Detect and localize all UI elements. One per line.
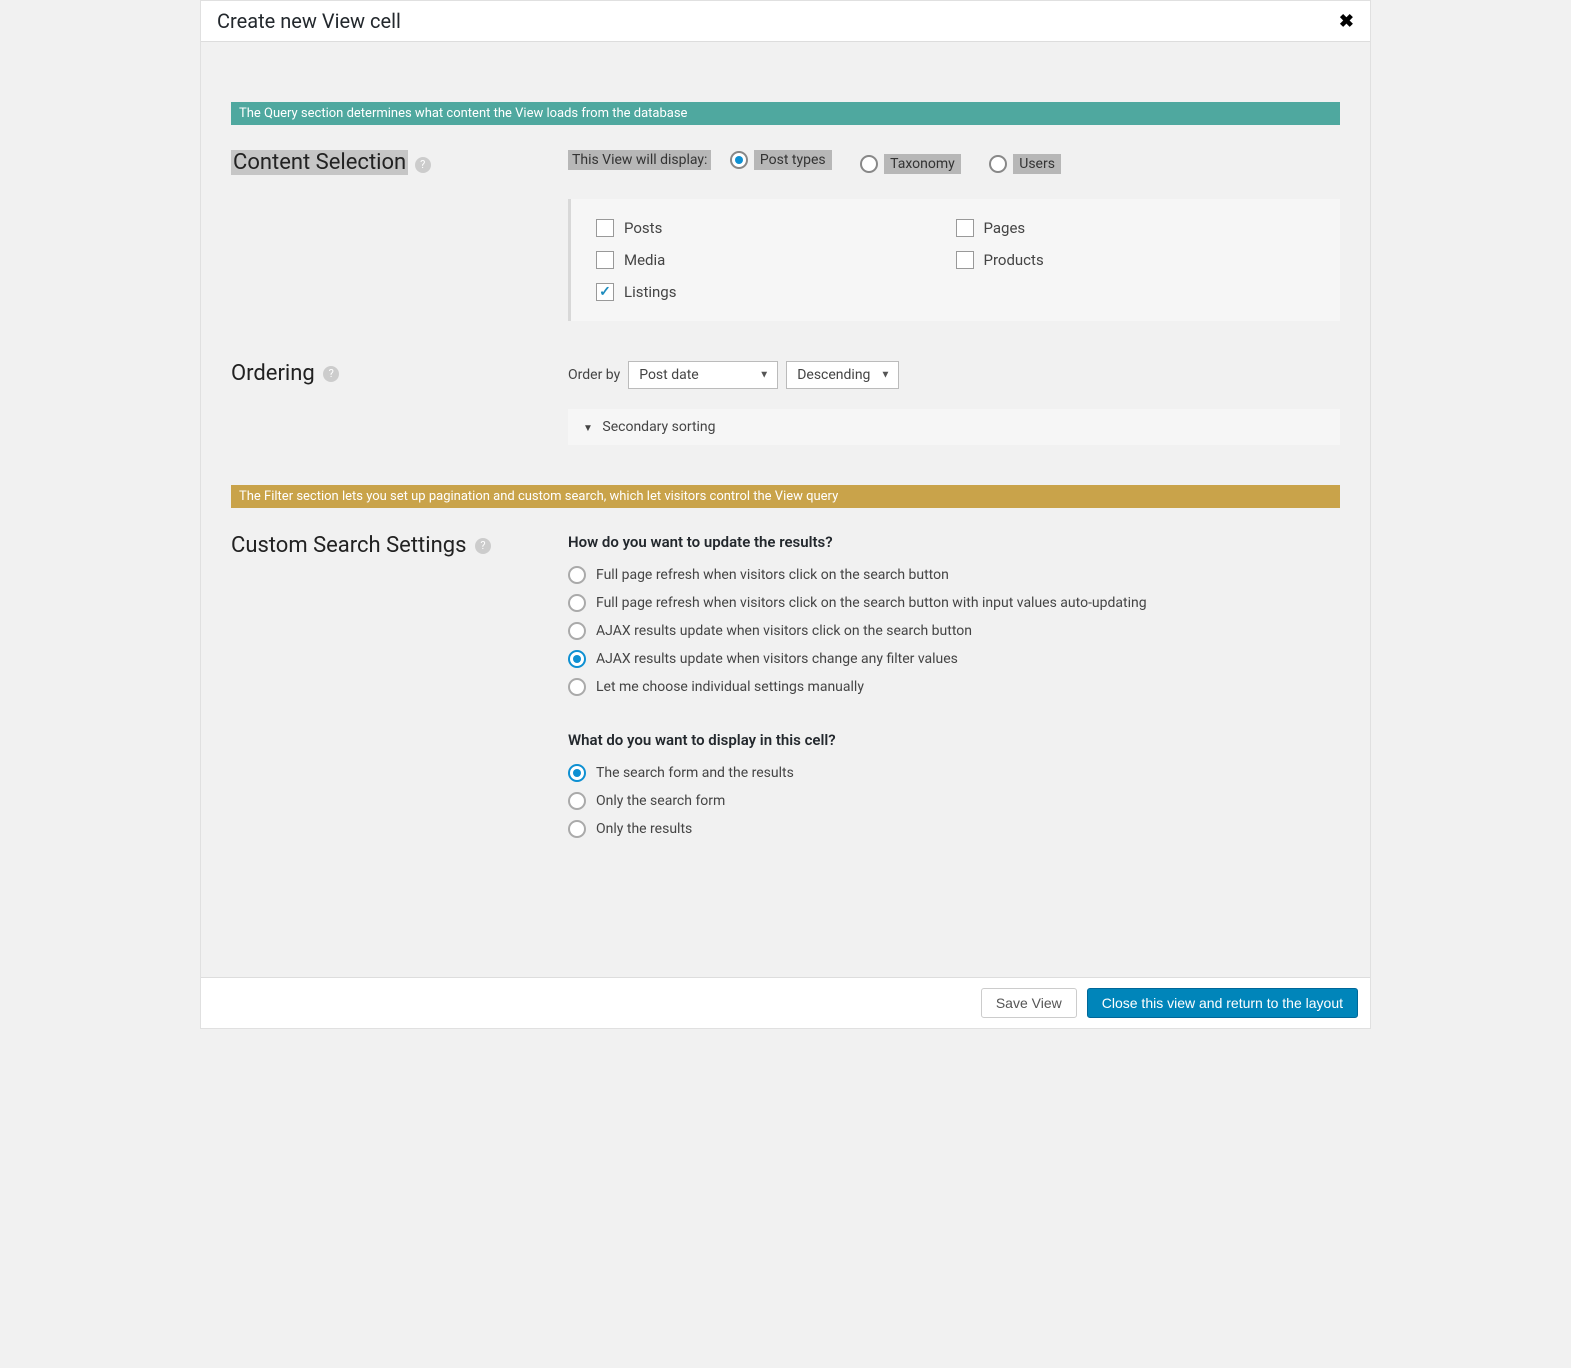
update-option-label: Full page refresh when visitors click on…: [596, 595, 1147, 611]
display-option-label: Taxonomy: [884, 154, 961, 174]
custom-search-heading-text: Custom Search Settings: [231, 533, 466, 558]
display-cell-option[interactable]: Only the search form: [568, 792, 1340, 810]
help-icon[interactable]: ?: [475, 538, 491, 554]
post-type-label: Products: [984, 251, 1044, 269]
display-cell-option-label: Only the search form: [596, 793, 725, 809]
help-icon[interactable]: ?: [415, 157, 431, 173]
radio-icon: [568, 820, 586, 838]
close-view-button[interactable]: Close this view and return to the layout: [1087, 988, 1358, 1018]
display-option-label: Users: [1013, 154, 1061, 174]
update-options-list: Full page refresh when visitors click on…: [568, 566, 1340, 696]
update-option-label: Full page refresh when visitors click on…: [596, 567, 949, 583]
display-option-label: Post types: [754, 150, 832, 170]
modal-footer: Save View Close this view and return to …: [201, 977, 1370, 1028]
secondary-sorting-toggle[interactable]: ▼ Secondary sorting: [568, 409, 1340, 445]
display-cell-options-list: The search form and the results Only the…: [568, 764, 1340, 838]
order-by-value: Post date: [639, 367, 699, 383]
radio-icon: [568, 566, 586, 584]
update-option-label: AJAX results update when visitors change…: [596, 651, 958, 667]
post-type-posts[interactable]: Posts: [596, 219, 956, 237]
post-types-box: Posts Pages Media Products: [568, 199, 1340, 321]
post-type-label: Listings: [624, 283, 676, 301]
display-mode-group: This View will display: Post types Taxon…: [568, 150, 1340, 174]
order-by-select[interactable]: Post date ▼: [628, 361, 778, 389]
checkbox-icon: [596, 251, 614, 269]
modal-dialog: Create new View cell ✖ The Query section…: [200, 0, 1371, 1029]
update-results-question: How do you want to update the results?: [568, 533, 1340, 551]
chevron-down-icon: ▼: [881, 370, 891, 381]
secondary-sorting-label: Secondary sorting: [602, 419, 715, 435]
radio-icon: [568, 594, 586, 612]
help-icon[interactable]: ?: [323, 366, 339, 382]
display-cell-option-label: Only the results: [596, 821, 692, 837]
ordering-row: Ordering ? Order by Post date ▼ Descendi…: [231, 361, 1340, 445]
radio-icon: [568, 764, 586, 782]
display-label: This View will display:: [568, 150, 711, 170]
radio-icon: [568, 792, 586, 810]
update-option[interactable]: Full page refresh when visitors click on…: [568, 594, 1340, 612]
update-option-label: AJAX results update when visitors click …: [596, 623, 972, 639]
update-option-label: Let me choose individual settings manual…: [596, 679, 864, 695]
display-cell-option-label: The search form and the results: [596, 765, 794, 781]
display-option-users[interactable]: Users: [989, 154, 1061, 174]
save-view-button[interactable]: Save View: [981, 988, 1077, 1018]
display-option-post-types[interactable]: Post types: [730, 150, 832, 170]
checkbox-icon: [596, 283, 614, 301]
close-icon[interactable]: ✖: [1339, 11, 1354, 32]
ordering-heading: Ordering ?: [231, 361, 568, 386]
order-direction-value: Descending: [797, 367, 870, 383]
display-cell-question: What do you want to display in this cell…: [568, 731, 1340, 749]
update-option[interactable]: Let me choose individual settings manual…: [568, 678, 1340, 696]
post-type-label: Media: [624, 251, 665, 269]
update-option[interactable]: AJAX results update when visitors click …: [568, 622, 1340, 640]
update-option[interactable]: Full page refresh when visitors click on…: [568, 566, 1340, 584]
update-option[interactable]: AJAX results update when visitors change…: [568, 650, 1340, 668]
order-direction-select[interactable]: Descending ▼: [786, 361, 899, 389]
custom-search-row: Custom Search Settings ? How do you want…: [231, 533, 1340, 848]
content-selection-heading: Content Selection: [231, 150, 408, 175]
custom-search-heading: Custom Search Settings ?: [231, 533, 568, 558]
order-by-label: Order by: [568, 367, 620, 383]
content-selection-row: Content Selection ? This View will displ…: [231, 150, 1340, 321]
post-type-label: Posts: [624, 219, 662, 237]
modal-header: Create new View cell ✖: [201, 1, 1370, 42]
post-type-products[interactable]: Products: [956, 251, 1316, 269]
triangle-down-icon: ▼: [583, 423, 593, 434]
query-section-banner: The Query section determines what conten…: [231, 102, 1340, 125]
display-option-taxonomy[interactable]: Taxonomy: [860, 154, 961, 174]
display-cell-option[interactable]: Only the results: [568, 820, 1340, 838]
post-type-listings[interactable]: Listings: [596, 283, 956, 301]
post-type-label: Pages: [984, 219, 1026, 237]
radio-icon: [568, 650, 586, 668]
post-type-media[interactable]: Media: [596, 251, 956, 269]
filter-section-banner: The Filter section lets you set up pagin…: [231, 485, 1340, 508]
modal-body[interactable]: The Query section determines what conten…: [201, 42, 1370, 977]
checkbox-icon: [596, 219, 614, 237]
checkbox-icon: [956, 219, 974, 237]
radio-icon: [568, 622, 586, 640]
chevron-down-icon: ▼: [759, 370, 769, 381]
radio-icon: [568, 678, 586, 696]
post-type-pages[interactable]: Pages: [956, 219, 1316, 237]
checkbox-icon: [956, 251, 974, 269]
ordering-heading-text: Ordering: [231, 361, 315, 386]
modal-title: Create new View cell: [217, 9, 401, 33]
display-cell-option[interactable]: The search form and the results: [568, 764, 1340, 782]
